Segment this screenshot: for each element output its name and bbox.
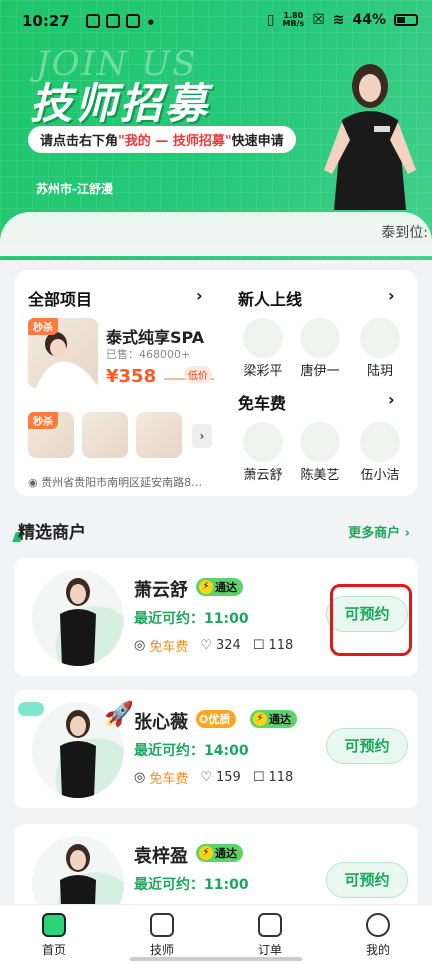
merchant-meta: ◎ 免车费 ♡ 159 ☐ 118 [134,770,294,787]
tongda-badge: ⚡ 通达 [196,578,243,596]
new-name-2[interactable]: 唐伊一 [292,360,348,379]
tab-label: 技师 [149,943,174,957]
free-avatar-3[interactable] [360,422,400,462]
banner-subtitle: 请点击右下角"我的 — 技师招募"快速申请 [28,126,296,153]
bolt-icon: ⚡ [199,846,213,860]
store-address[interactable]: ◉ 贵州省贵阳市南明区延安南路8… [28,474,218,490]
app-icon [126,14,140,28]
banner-title: 技师招募 [30,79,211,128]
comment-icon: ☐ [252,638,265,653]
all-projects-chevron-icon[interactable]: › [196,286,203,305]
home-indicator[interactable] [130,957,302,961]
status-time: 10:27 [22,12,70,30]
heart-icon: ♡ [200,638,213,653]
banner-location: 苏州市-江舒漫 [36,182,113,196]
tab-home[interactable]: 首页 [0,905,108,964]
recent-available: 最近可约：14:00 [134,743,249,759]
merchant-meta: ◎ 免车费 ♡ 324 ☐ 118 [134,638,294,655]
new-arrivals-title[interactable]: 新人上线 [238,286,302,310]
battery-percent: 44% [352,12,386,28]
thumbs-next-icon[interactable]: › [192,424,212,448]
thumb-2[interactable] [82,412,128,458]
network-speed: 1.80 MB/s [282,11,305,28]
free-avatar-2[interactable] [300,422,340,462]
banner-model-image [324,64,416,210]
vibrate-icon: ▯ [266,12,275,28]
product-name[interactable]: 泰式纯享SPA [106,324,204,348]
star-icon: ✪ [199,713,209,726]
product-sold: 已售：468000+ [106,348,191,361]
location-pin-icon: ◉ [28,476,42,489]
location-pin-icon: ◎ [134,638,146,653]
recent-available: 最近可约：11:00 [134,877,249,893]
bottom-tab-bar: 首页 技师 订单 我的 [0,904,432,964]
free-name-3[interactable]: 伍小洁 [352,464,408,483]
all-projects-title[interactable]: 全部项目 [28,286,92,310]
book-button[interactable]: 可预约 [326,728,408,764]
new-arrivals-chevron-icon[interactable]: › [388,286,395,305]
comment-icon: ☐ [252,770,265,785]
notice-marquee[interactable]: 泰到位: [381,222,428,242]
flash-sale-tag: 秒杀 [28,318,58,335]
notice-bar-bg [0,212,432,256]
status-notification-icons: • [86,14,156,32]
bolt-icon: ⚡ [253,712,267,726]
dot-icon: • [146,14,156,32]
tab-profile[interactable]: 我的 [324,905,432,964]
person-icon [60,578,96,666]
new-avatar-1[interactable] [243,318,283,358]
notification-icon [86,14,100,28]
tongda-badge: ⚡ 通达 [250,710,297,728]
tab-orders[interactable]: 订单 [216,905,324,964]
tab-label: 订单 [257,943,282,957]
profile-icon [366,913,390,937]
new-avatar-3[interactable] [360,318,400,358]
quality-badge: ✪优质 [196,710,237,728]
thumb-flash-tag: 秒杀 [28,412,58,429]
new-name-1[interactable]: 梁彩平 [235,360,291,379]
tab-technician[interactable]: 技师 [108,905,216,964]
merchant-name: 张心薇 [134,712,188,733]
free-name-1[interactable]: 萧云舒 [235,464,291,483]
thumb-3[interactable] [136,412,182,458]
bolt-icon: ⚡ [199,580,213,594]
tab-label: 首页 [41,943,66,957]
new-name-3[interactable]: 陆玥 [352,360,408,379]
featured-merchants-title: 精选商户 [18,523,86,543]
status-bar: 10:27 • ▯ 1.80 MB/s ☒ ≋ 44% [0,0,432,40]
wifi-icon: ≋ [332,12,345,28]
low-price-tag: 低价 [184,366,212,383]
free-avatar-1[interactable] [243,422,283,462]
free-name-2[interactable]: 陈美艺 [292,464,348,483]
home-icon [42,913,66,937]
technician-icon [150,913,174,937]
merchant-name: 袁梓盈 [134,846,188,867]
shield-icon [106,14,120,28]
free-fare-title[interactable]: 免车费 [238,390,286,414]
tongda-badge: ⚡ 通达 [196,844,243,862]
sim-icon: ☒ [312,12,325,28]
recent-available: 最近可约：11:00 [134,611,249,627]
order-icon [258,913,282,937]
rocket-icon: 🚀 [104,700,134,728]
more-merchants-link[interactable]: 更多商户 › [348,522,410,541]
tab-label: 我的 [365,943,390,957]
merchant-name: 萧云舒 [134,580,188,601]
merchant-card[interactable]: 🚀 张心薇 ✪优质 ⚡ 通达 最近可约：14:00 ◎ 免车费 ♡ 159 ☐ 118 … [14,690,418,808]
battery-icon [394,14,418,26]
merchant-photo[interactable] [32,570,124,666]
heart-icon: ♡ [200,770,213,785]
product-price: ¥358 [106,366,157,387]
online-indicator [18,702,44,716]
merchant-card[interactable]: 袁梓盈 ⚡ 通达 最近可约：11:00 可预约 [14,824,418,932]
location-pin-icon: ◎ [134,770,146,785]
free-fare-chevron-icon[interactable]: › [388,390,395,409]
category-card: 全部项目 › 秒杀 泰式纯享SPA 已售：468000+ ¥358 低价 秒杀 … [14,270,418,496]
new-avatar-2[interactable] [300,318,340,358]
book-button[interactable]: 可预约 [326,862,408,898]
highlight-box [330,584,412,656]
